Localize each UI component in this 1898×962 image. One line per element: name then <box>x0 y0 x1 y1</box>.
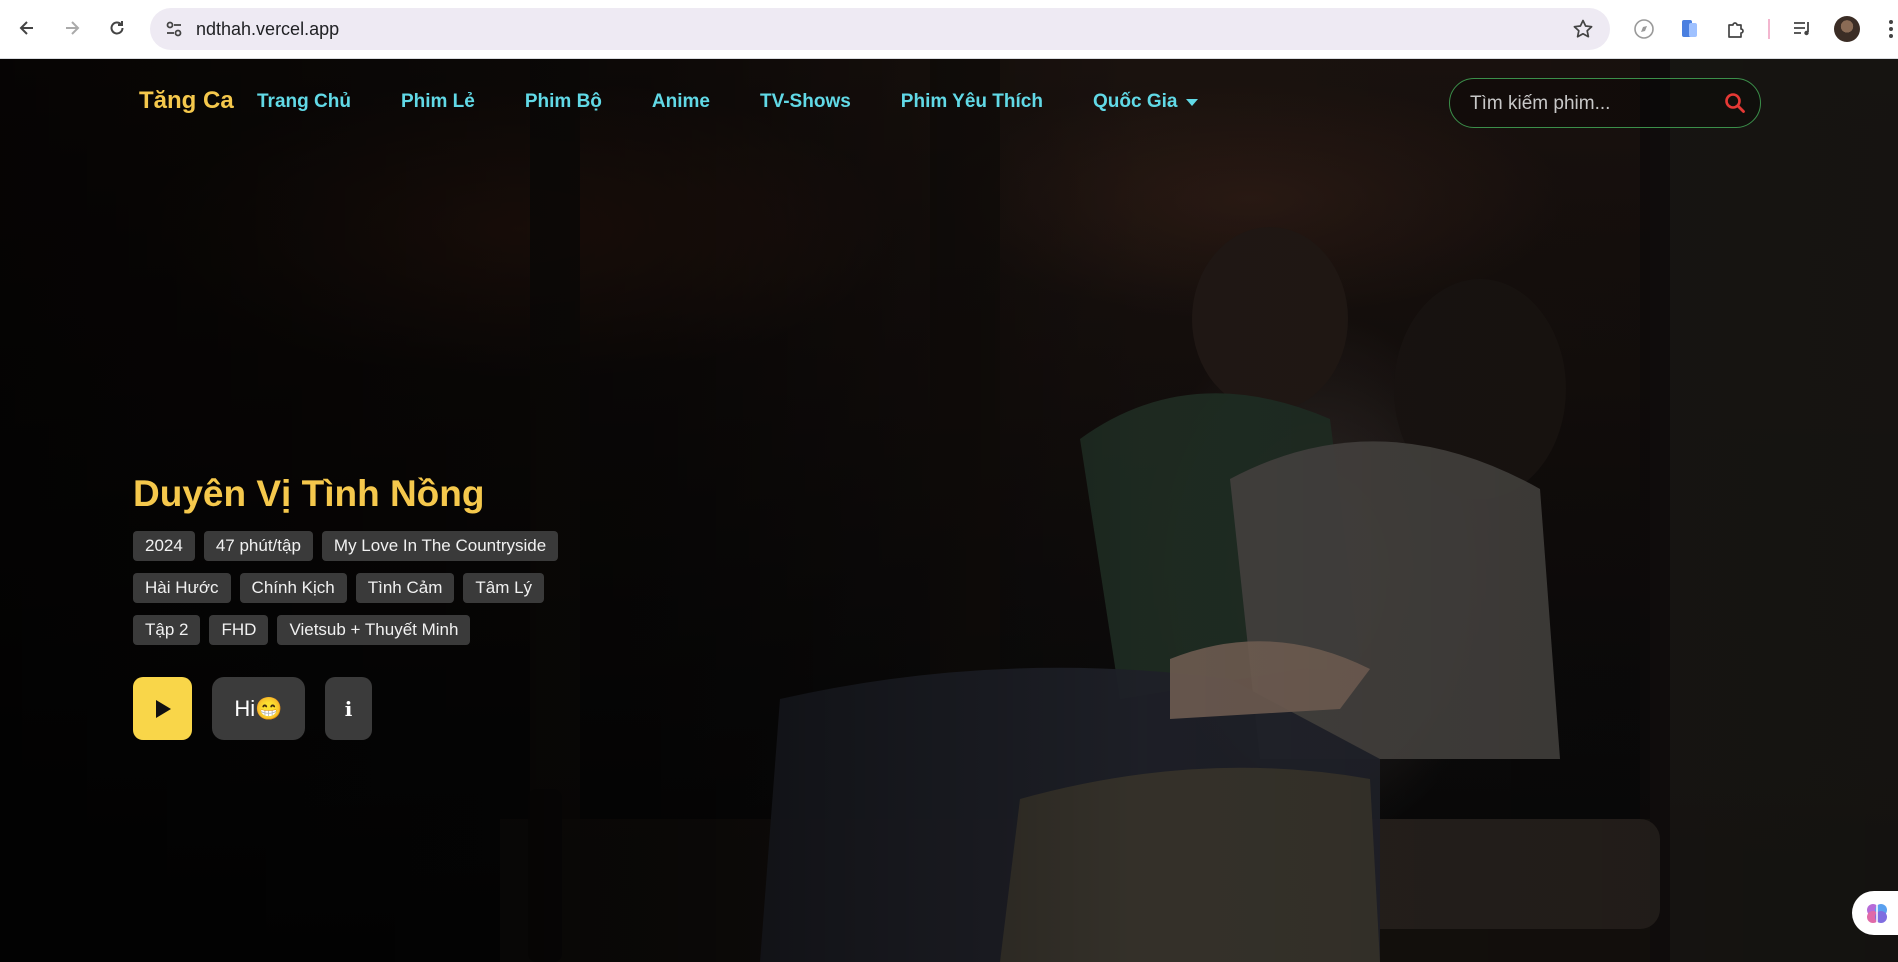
search-input[interactable] <box>1468 91 1712 117</box>
movie-hero-page: Tăng Ca Trang Chủ Phim Lẻ Phim Bộ Anime … <box>0 59 1898 962</box>
translate-icon <box>1682 20 1697 37</box>
address-bar[interactable]: ndthah.vercel.app <box>150 8 1610 50</box>
episode-tags: Tập 2 FHD Vietsub + Thuyết Minh <box>133 615 479 645</box>
floating-assistant-button[interactable] <box>1852 891 1898 935</box>
playlist-icon <box>1794 22 1809 36</box>
compass-icon <box>1634 19 1654 39</box>
genre-tags: Hài Hước Chính Kịch Tình Cảm Tâm Lý <box>133 573 553 603</box>
nav-item-country-dropdown[interactable]: Quốc Gia <box>1092 91 1199 113</box>
play-button[interactable] <box>133 677 192 740</box>
nav-item-favorites[interactable]: Phim Yêu Thích <box>901 91 1043 113</box>
forward-arrow-icon <box>66 21 80 35</box>
quality-tag: FHD <box>209 615 269 645</box>
year-tag: 2024 <box>133 531 195 561</box>
bookmark-star-icon[interactable] <box>1572 18 1594 40</box>
nav-item-series[interactable]: Phim Bộ <box>525 91 602 113</box>
brain-icon <box>1867 904 1887 923</box>
reload-button[interactable] <box>100 11 134 45</box>
nav-item-home[interactable]: Trang Chủ <box>257 91 351 113</box>
extensions-button[interactable] <box>1719 12 1753 46</box>
more-vertical-icon <box>1889 20 1893 38</box>
meta-tags: 2024 47 phút/tập My Love In The Countrys… <box>133 531 567 561</box>
browser-toolbar: ndthah.vercel.app <box>0 0 1898 59</box>
nav-item-country-label: Quốc Gia <box>1092 91 1178 112</box>
extension-translate-button[interactable] <box>1673 12 1707 46</box>
puzzle-icon <box>1728 22 1744 38</box>
main-nav: Trang Chủ Phim Lẻ Phim Bộ Anime TV-Shows… <box>257 91 1248 113</box>
nav-item-tv-shows[interactable]: TV-Shows <box>760 91 851 113</box>
play-icon <box>155 699 171 718</box>
info-button[interactable]: i <box>325 677 372 740</box>
search-box[interactable] <box>1449 78 1761 128</box>
back-button[interactable] <box>10 11 44 45</box>
site-logo[interactable]: Tăng Ca <box>139 87 234 115</box>
duration-tag: 47 phút/tập <box>203 531 313 561</box>
media-controls-button[interactable] <box>1785 12 1819 46</box>
caret-down-icon <box>1186 98 1199 106</box>
nav-item-anime[interactable]: Anime <box>652 91 710 113</box>
reload-icon <box>110 21 124 35</box>
genre-tag[interactable]: Chính Kịch <box>239 573 347 603</box>
browser-menu-button[interactable] <box>1874 12 1898 46</box>
language-tag: Vietsub + Thuyết Minh <box>277 615 471 645</box>
extension-compass-button[interactable] <box>1627 12 1661 46</box>
genre-tag[interactable]: Tâm Lý <box>463 573 545 603</box>
genre-tag[interactable]: Tình Cảm <box>355 573 455 603</box>
toolbar-divider <box>1768 19 1770 39</box>
movie-title: Duyên Vị Tình Nồng <box>133 473 485 514</box>
search-icon[interactable] <box>1724 92 1746 114</box>
hi-button[interactable]: Hi😁 <box>212 677 305 740</box>
site-settings-icon[interactable] <box>164 19 184 39</box>
episode-tag: Tập 2 <box>133 615 201 645</box>
back-arrow-icon <box>19 21 33 35</box>
original-title-tag: My Love In The Countryside <box>321 531 559 561</box>
nav-item-movies[interactable]: Phim Lẻ <box>401 91 475 113</box>
genre-tag[interactable]: Hài Hước <box>133 573 231 603</box>
forward-button[interactable] <box>55 11 89 45</box>
profile-avatar[interactable] <box>1834 16 1860 42</box>
url-text[interactable]: ndthah.vercel.app <box>196 19 339 40</box>
